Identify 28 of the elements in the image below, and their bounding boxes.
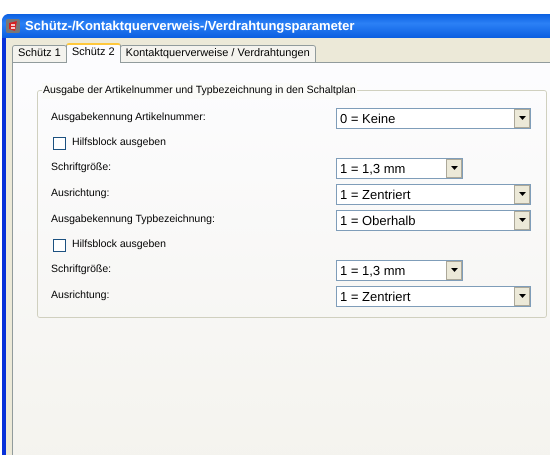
dropdown[interactable]: 1 = Zentriert [336, 184, 531, 204]
field-label: Ausrichtung: [51, 288, 110, 304]
dropdown-arrow-icon [518, 294, 526, 298]
checkbox[interactable] [53, 238, 66, 252]
field-label: Ausrichtung: [51, 186, 110, 202]
tab[interactable]: Schütz 1 [12, 45, 67, 62]
checkbox-label: Hilfsblock ausgeben [72, 237, 166, 252]
app-icon [5, 18, 21, 34]
dropdown[interactable]: 1 = Zentriert [336, 286, 531, 306]
dropdown[interactable]: 1 = 1,3 mm [336, 260, 463, 280]
field-label: Schriftgröße: [51, 262, 112, 278]
dropdown-arrow-icon [518, 192, 526, 196]
dropdown[interactable]: 0 = Keine [336, 108, 531, 128]
tab[interactable]: Kontaktquerverweise / Verdrahtungen [120, 45, 316, 62]
group-title: Ausgabe der Artikelnummer und Typbezeichnung in den Schaltplan [42, 83, 357, 99]
dropdown-arrow-icon [518, 218, 526, 222]
dropdown[interactable]: 1 = 1,3 mm [336, 158, 463, 178]
field-label: Ausgabekennung Artikelnummer: [51, 110, 206, 126]
tab[interactable]: Schütz 2 [66, 43, 121, 63]
field-label: Schriftgröße: [51, 160, 112, 176]
dropdown-arrow-icon [450, 268, 458, 272]
field-label: Ausgabekennung Typbezeichnung: [51, 212, 215, 228]
dropdown-arrow-icon [450, 166, 458, 170]
dropdown[interactable]: 1 = Oberhalb [336, 210, 531, 230]
checkbox-label: Hilfsblock ausgeben [72, 135, 166, 150]
dropdown-arrow-icon [518, 116, 526, 120]
checkbox[interactable] [53, 136, 66, 150]
window-title: Schütz-/Kontaktquerverweis-/Verdrahtungsparameter [25, 17, 354, 36]
